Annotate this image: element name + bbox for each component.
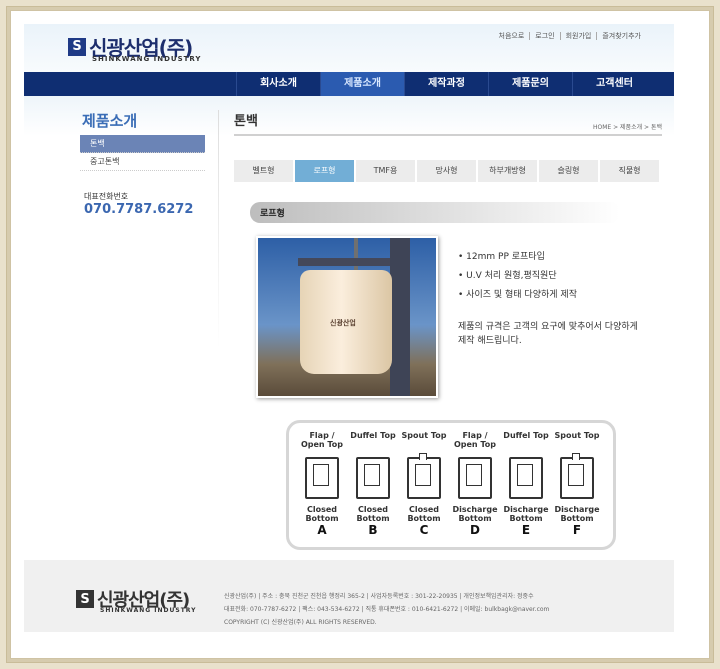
product-photo: 신광산업 <box>256 236 438 398</box>
forklift-mast <box>390 238 410 396</box>
section-header: 로프형 <box>250 202 620 223</box>
sidebar-divider <box>218 110 219 350</box>
bag-type-bottom-label: Discharge Bottom <box>554 505 600 523</box>
tab-woven[interactable]: 직물형 <box>600 160 661 182</box>
phone-label: 대표전화번호 <box>84 192 129 201</box>
bag-type-c: Spout Top Closed Bottom C <box>399 431 449 537</box>
nav-item-support[interactable]: 고객센터 <box>572 72 656 96</box>
bag-type-top-label: Spout Top <box>554 431 600 440</box>
bag-type-letter: E <box>521 523 531 537</box>
footer: S 신광산업(주) SHINKWANG INDUSTRY 신광산업(주) | 주… <box>24 560 674 632</box>
tab-bottom-open[interactable]: 하부개방형 <box>478 160 539 182</box>
title-divider <box>234 134 662 136</box>
footer-line-address: 신광산업(주) | 주소 : 충북 진천군 진천읍 행정리 365-2 | 사업… <box>224 593 534 600</box>
bag-type-top-label: Duffel Top <box>350 431 396 440</box>
nav-item-inquiry[interactable]: 제품문의 <box>488 72 572 96</box>
sidebar-item-tonbag[interactable]: 톤백 <box>80 135 205 153</box>
footer-info: 신광산업(주) | 주소 : 충북 진천군 진천읍 행정리 365-2 | 사업… <box>224 590 549 629</box>
bag-type-e: Duffel Top Discharge Bottom E <box>501 431 551 537</box>
bag-type-f: Spout Top Discharge Bottom F <box>552 431 602 537</box>
bag-print: 신광산업 <box>330 319 356 327</box>
forklift-arm-left <box>298 258 366 266</box>
bag-type-letter: F <box>572 523 582 537</box>
bag-flap-icon <box>458 457 492 499</box>
bag-type-a: Flap / Open Top Closed Bottom A <box>297 431 347 537</box>
footer-logo-subtitle: SHINKWANG INDUSTRY <box>100 607 197 614</box>
feature-item: • 12mm PP 로프타입 <box>458 252 545 262</box>
nav-item-company[interactable]: 회사소개 <box>236 72 320 96</box>
bag-duffel-icon <box>509 457 543 499</box>
footer-logo-mark-icon: S <box>76 590 94 608</box>
bag-type-letter: B <box>368 523 378 537</box>
bag-type-bottom-label: Discharge Bottom <box>452 505 498 523</box>
tab-belt[interactable]: 벨트형 <box>234 160 295 182</box>
bag-type-bottom-label: Closed Bottom <box>356 505 390 523</box>
logo-subtitle: SHINKWANG INDUSTRY <box>92 55 202 63</box>
feature-list: • 12mm PP 로프타입 • U.V 처리 원형,평직원단 • 사이즈 및 … <box>458 248 577 305</box>
main-content: 톤백 HOME > 제품소개 > 톤백 벨트형 로프형 TMF용 망사형 하부개… <box>234 110 662 398</box>
nav-item-process[interactable]: 제작과정 <box>404 72 488 96</box>
bag-type-bottom-label: Closed Bottom <box>305 505 339 523</box>
bag-type-bottom-label: Closed Bottom <box>407 505 441 523</box>
bag-type-top-label: Flap / Open Top <box>300 431 344 449</box>
link-signup[interactable]: 회원가입 <box>561 32 598 40</box>
breadcrumb[interactable]: HOME > 제품소개 > 톤백 <box>593 122 662 131</box>
main-nav: 회사소개 제품소개 제작과정 제품문의 고객센터 <box>24 72 674 96</box>
tab-mesh[interactable]: 망사형 <box>417 160 478 182</box>
bag-type-b: Duffel Top Closed Bottom B <box>348 431 398 537</box>
tab-tmf[interactable]: TMF용 <box>356 160 417 182</box>
tab-sling[interactable]: 슬링형 <box>539 160 600 182</box>
footer-copyright: COPYRIGHT (C) 신광산업(주) ALL RIGHTS RESERVE… <box>224 619 377 626</box>
link-home[interactable]: 처음으로 <box>494 32 531 40</box>
product-tabs: 벨트형 로프형 TMF용 망사형 하부개방형 슬링형 직물형 <box>234 160 661 182</box>
bag-type-top-label: Spout Top <box>401 431 447 440</box>
bag-spout-icon <box>407 453 441 499</box>
header: S 신광산업(주) SHINKWANG INDUSTRY 처음으로 로그인 회원… <box>24 24 674 72</box>
nav-item-products[interactable]: 제품소개 <box>320 72 404 96</box>
footer-line-contact: 대표전화: 070-7787-6272 | 팩스: 043-534-6272 |… <box>224 606 550 613</box>
bag-flap-icon <box>305 457 339 499</box>
bag-duffel-icon <box>356 457 390 499</box>
bag-type-d: Flap / Open Top Discharge Bottom D <box>450 431 500 537</box>
link-bookmark[interactable]: 즐겨찾기추가 <box>597 32 646 40</box>
logo-mark-icon: S <box>68 37 86 56</box>
bag-type-diagram: Flap / Open Top Closed Bottom A Duffel T… <box>286 420 616 550</box>
sidebar-title: 제품소개 <box>82 112 138 130</box>
phone-number: 070.7787.6272 <box>84 202 194 217</box>
top-links: 처음으로 로그인 회원가입 즐겨찾기추가 <box>494 32 647 40</box>
feature-item: • U.V 처리 원형,평직원단 <box>458 271 557 281</box>
bag-type-top-label: Duffel Top <box>503 431 549 440</box>
bag-type-top-label: Flap / Open Top <box>453 431 497 449</box>
feature-item: • 사이즈 및 형태 다양하게 제작 <box>458 290 577 300</box>
bag-type-letter: A <box>317 523 327 537</box>
bag-type-letter: D <box>470 523 480 537</box>
tab-rope[interactable]: 로프형 <box>295 160 356 182</box>
sidebar-item-used-tonbag[interactable]: 중고톤백 <box>80 153 205 171</box>
section-title: 로프형 <box>260 209 285 219</box>
bag-type-bottom-label: Discharge Bottom <box>503 505 549 523</box>
link-login[interactable]: 로그인 <box>530 32 561 40</box>
bag-spout-icon <box>560 453 594 499</box>
bag-type-letter: C <box>419 523 429 537</box>
sidebar: 제품소개 톤백 중고톤백 대표전화번호 070.7787.6272 <box>80 110 205 217</box>
product-description: 제품의 규격은 고객의 요구에 맞추어서 다양하게 제작 해드립니다. <box>458 322 638 346</box>
